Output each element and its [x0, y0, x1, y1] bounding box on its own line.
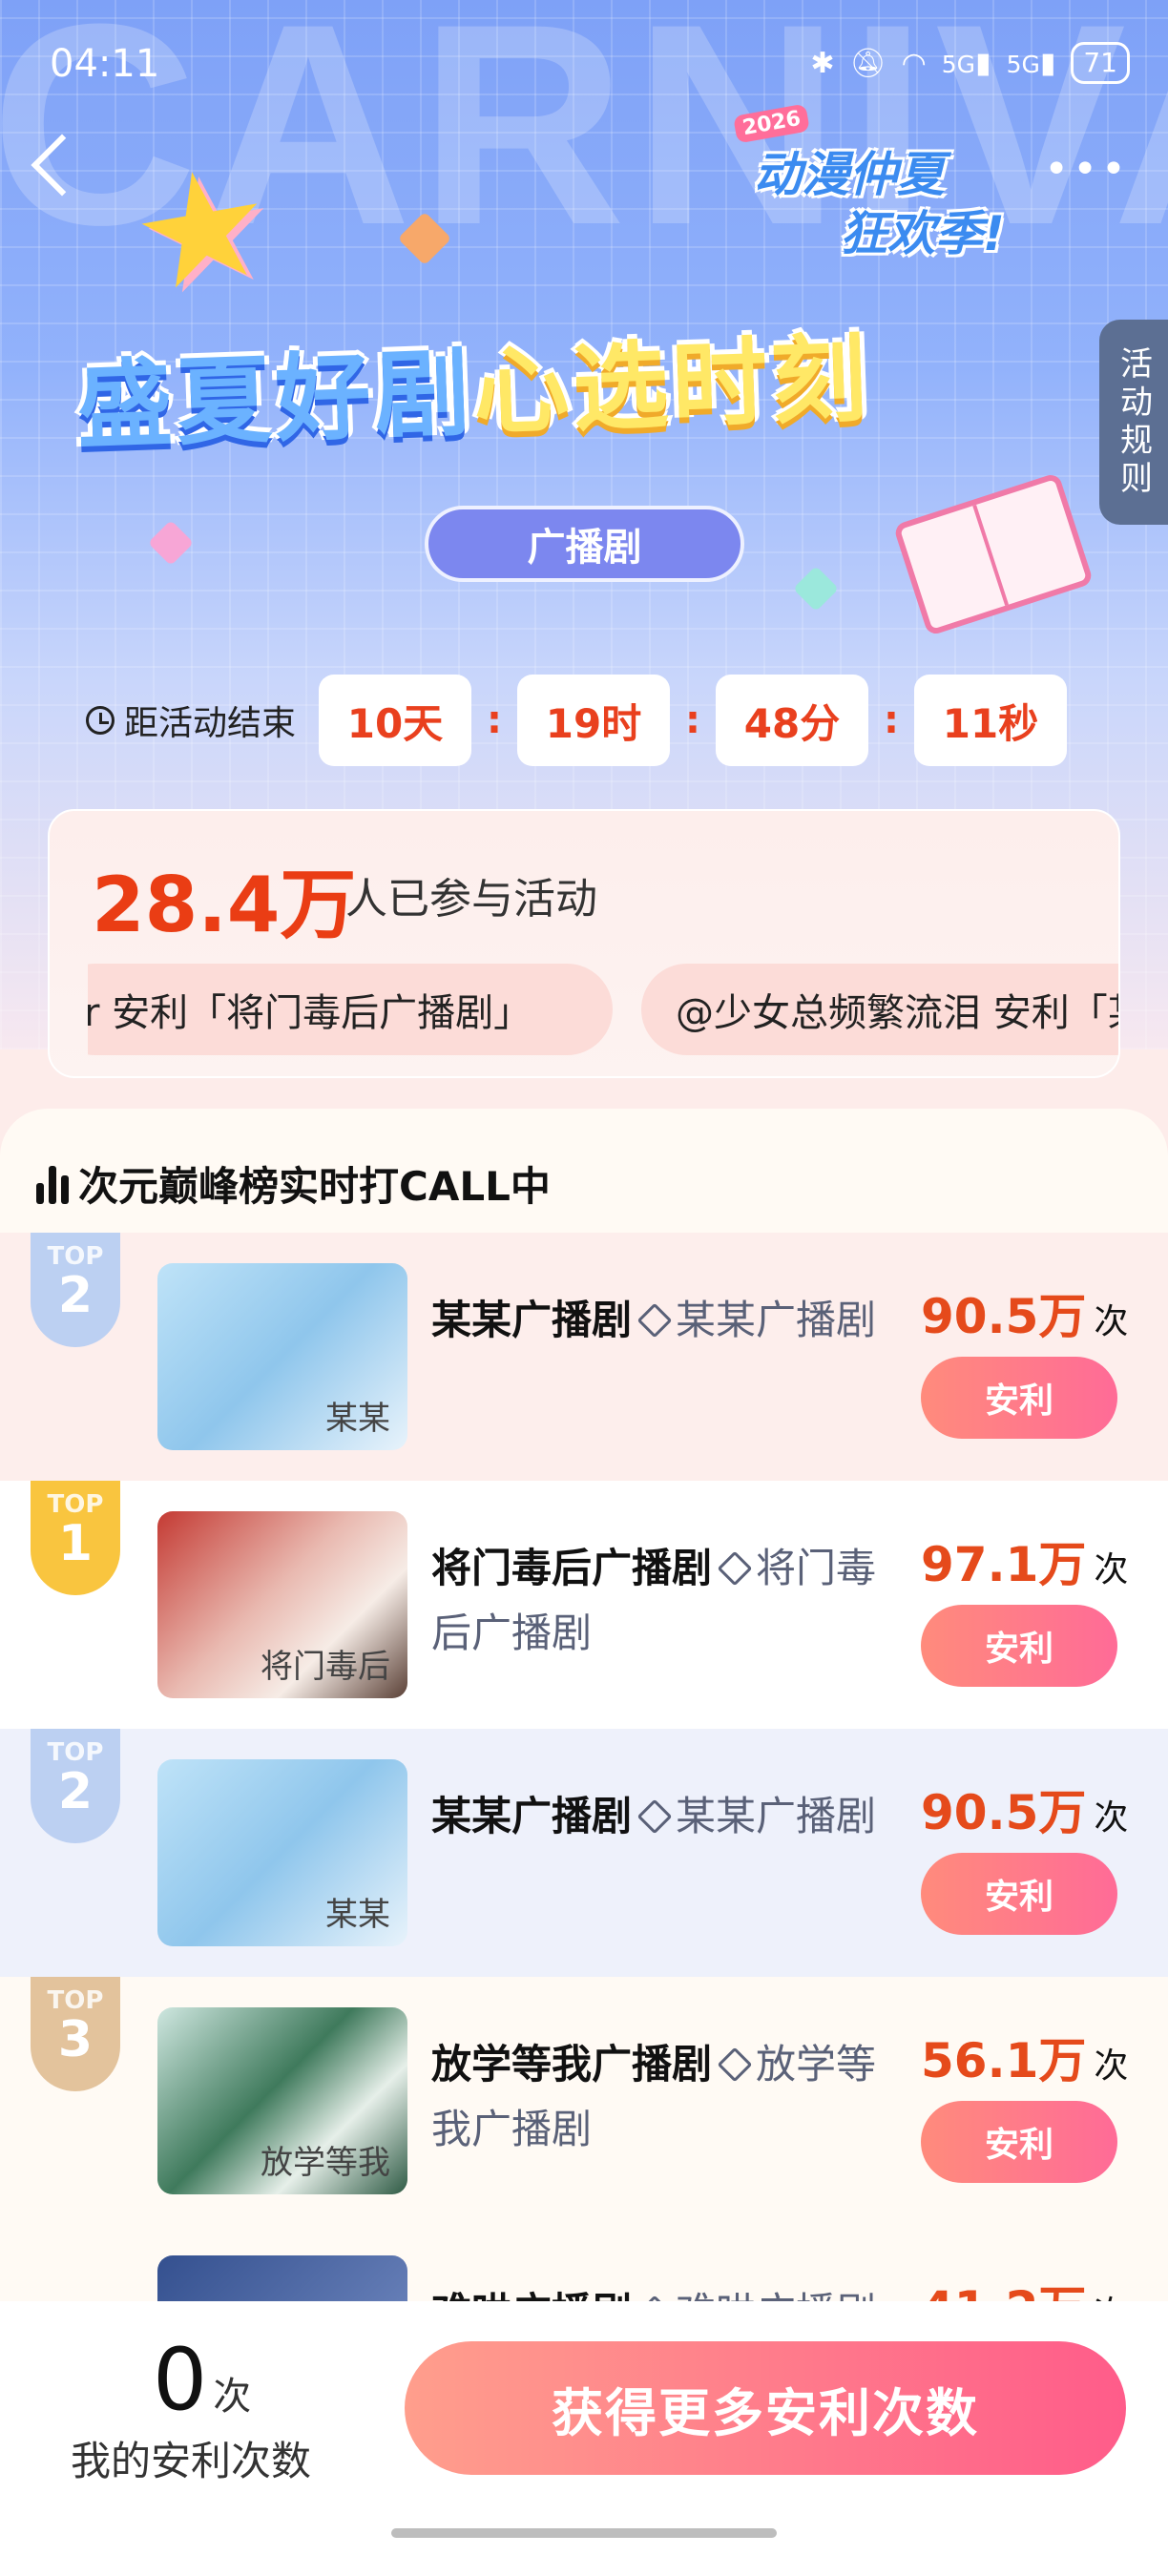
main-title-part2: 心选时刻 — [471, 322, 873, 448]
ranking-title: 次元巅峰榜实时打CALL中 — [78, 1162, 551, 1210]
recommend-button[interactable]: 安利 — [921, 1605, 1117, 1687]
ticker-item: r 安利「将门毒后广播剧」 — [88, 964, 613, 1055]
recommend-button[interactable]: 安利 — [921, 1357, 1117, 1439]
call-count: 41.2万次 — [921, 2271, 1128, 2301]
drama-cover[interactable] — [157, 2255, 407, 2301]
rank-badge: TOP 3 — [31, 1977, 120, 2091]
drama-subtitle: 难哄广播剧 — [676, 2289, 876, 2301]
ranking-row[interactable]: TOP 2 某某 某某广播剧 某某广播剧 90.5万次 安利 — [0, 1729, 1168, 1977]
recommend-button[interactable]: 安利 — [921, 2101, 1117, 2183]
drama-subtitle: 某某广播剧 — [676, 1297, 877, 1343]
activity-rules-tab[interactable]: 活动规则 — [1099, 320, 1168, 525]
participant-count: 28.4万 — [92, 861, 357, 949]
pink-diamond-icon — [147, 519, 195, 567]
drama-title: 难哄广播剧 — [431, 2289, 632, 2301]
drama-info: 某某广播剧 某某广播剧 — [431, 1288, 899, 1353]
countdown-label: 距活动结束 — [86, 696, 296, 745]
drama-cover[interactable]: 将门毒后 — [157, 1511, 407, 1698]
rank-badge: TOP 2 — [31, 1233, 120, 1347]
signal-icon-2: 5G▮ — [1006, 46, 1056, 80]
status-icons: ✱ 🔕︎ ◠ 5G▮ 5G▮ 71 — [810, 42, 1130, 84]
teal-diamond-icon — [792, 565, 840, 613]
wifi-icon: ◠ — [901, 46, 927, 80]
ranking-row[interactable]: TOP 1 将门毒后 将门毒后广播剧 将门毒后广播剧 97.1万次 安利 — [0, 1481, 1168, 1729]
drama-info: 难哄广播剧 难哄广播剧 — [431, 2280, 899, 2301]
logo-line2: 狂欢季! — [840, 206, 1005, 261]
my-recommend-label: 我的安利次数 — [71, 2438, 312, 2484]
signal-icon: 5G▮ — [941, 46, 991, 80]
get-more-recommends-button[interactable]: 获得更多安利次数 — [405, 2341, 1126, 2475]
event-logo: 2026 动漫仲夏 狂欢季! — [733, 103, 1050, 261]
recommend-button[interactable]: 安利 — [921, 1853, 1117, 1935]
participants-card: 28.4万 人已参与活动 r 安利「将门毒后广播剧」 @少女总频繁流泪 安利「某 — [48, 809, 1120, 1078]
bluetooth-icon: ✱ — [810, 46, 835, 80]
countdown-separator: : — [884, 698, 900, 742]
recommend-ticker: r 安利「将门毒后广播剧」 @少女总频繁流泪 安利「某 — [88, 964, 1118, 1059]
ranking-row[interactable]: TOP 3 放学等我 放学等我广播剧 放学等我广播剧 56.1万次 安利 — [0, 1977, 1168, 2225]
ranking-header: 次元巅峰榜实时打CALL中 — [36, 1145, 551, 1221]
star-decoration-icon: ★ — [118, 128, 285, 329]
drama-title: 某某广播剧 — [431, 1297, 633, 1343]
drama-info: 将门毒后广播剧 将门毒后广播剧 — [431, 1536, 899, 1666]
ranking-panel: 次元巅峰榜实时打CALL中 TOP 2 某某 某某广播剧 某某广播剧 90.5万次… — [0, 1109, 1168, 2301]
drama-title: 某某广播剧 — [431, 1793, 633, 1839]
countdown-separator: : — [487, 698, 503, 742]
ticker-item: @少女总频繁流泪 安利「某 — [641, 964, 1118, 1055]
main-title-part1: 盛夏好剧 — [74, 337, 476, 463]
countdown: 距活动结束 10天 : 19时 : 48分 : 11秒 — [86, 673, 1068, 768]
countdown-seconds: 11秒 — [914, 675, 1068, 766]
drama-cover[interactable]: 某某 — [157, 1263, 407, 1450]
drama-info: 放学等我广播剧 放学等我广播剧 — [431, 2032, 899, 2162]
gem-icon — [718, 1560, 750, 1583]
category-tag[interactable]: 广播剧 — [425, 506, 744, 582]
gem-icon — [718, 2056, 750, 2079]
countdown-separator: : — [685, 698, 701, 742]
participant-label: 人已参与活动 — [345, 875, 597, 924]
main-title: 盛夏好剧心选时刻 — [74, 301, 873, 467]
mute-icon: 🔕︎ — [849, 46, 886, 80]
ranking-row[interactable]: TOP 2 某某 某某广播剧 某某广播剧 90.5万次 安利 — [0, 1233, 1168, 1481]
call-count: 97.1万次 — [921, 1537, 1129, 1592]
bar-chart-icon — [36, 1162, 69, 1204]
ranking-row[interactable]: 难哄广播剧 难哄广播剧 41.2万次 — [0, 2225, 1168, 2301]
drama-cover[interactable]: 某某 — [157, 1759, 407, 1946]
rank-badge: TOP 1 — [31, 1481, 120, 1595]
drama-title: 将门毒后广播剧 — [431, 1545, 713, 1591]
gem-icon — [637, 1808, 670, 1831]
book-icon — [892, 471, 1095, 637]
home-indicator[interactable] — [391, 2528, 777, 2538]
call-count: 90.5万次 — [921, 1785, 1129, 1840]
status-time: 04:11 — [50, 42, 160, 86]
my-recommend-count: 0 次 — [153, 2330, 252, 2430]
call-count: 56.1万次 — [921, 2033, 1129, 2088]
countdown-hours: 19时 — [517, 675, 671, 766]
drama-cover[interactable]: 放学等我 — [157, 2007, 407, 2194]
rank-badge: TOP 2 — [31, 1729, 120, 1843]
countdown-days: 10天 — [319, 675, 472, 766]
drama-info: 某某广播剧 某某广播剧 — [431, 1784, 899, 1849]
more-options-icon[interactable]: ••• — [1044, 149, 1130, 191]
battery-icon: 71 — [1071, 42, 1130, 84]
call-count: 90.5万次 — [921, 1289, 1129, 1344]
drama-title: 放学等我广播剧 — [431, 2041, 713, 2088]
clock-icon — [86, 706, 115, 735]
drama-subtitle: 某某广播剧 — [676, 1793, 877, 1839]
countdown-minutes: 48分 — [716, 675, 869, 766]
gem-icon — [637, 1312, 670, 1335]
